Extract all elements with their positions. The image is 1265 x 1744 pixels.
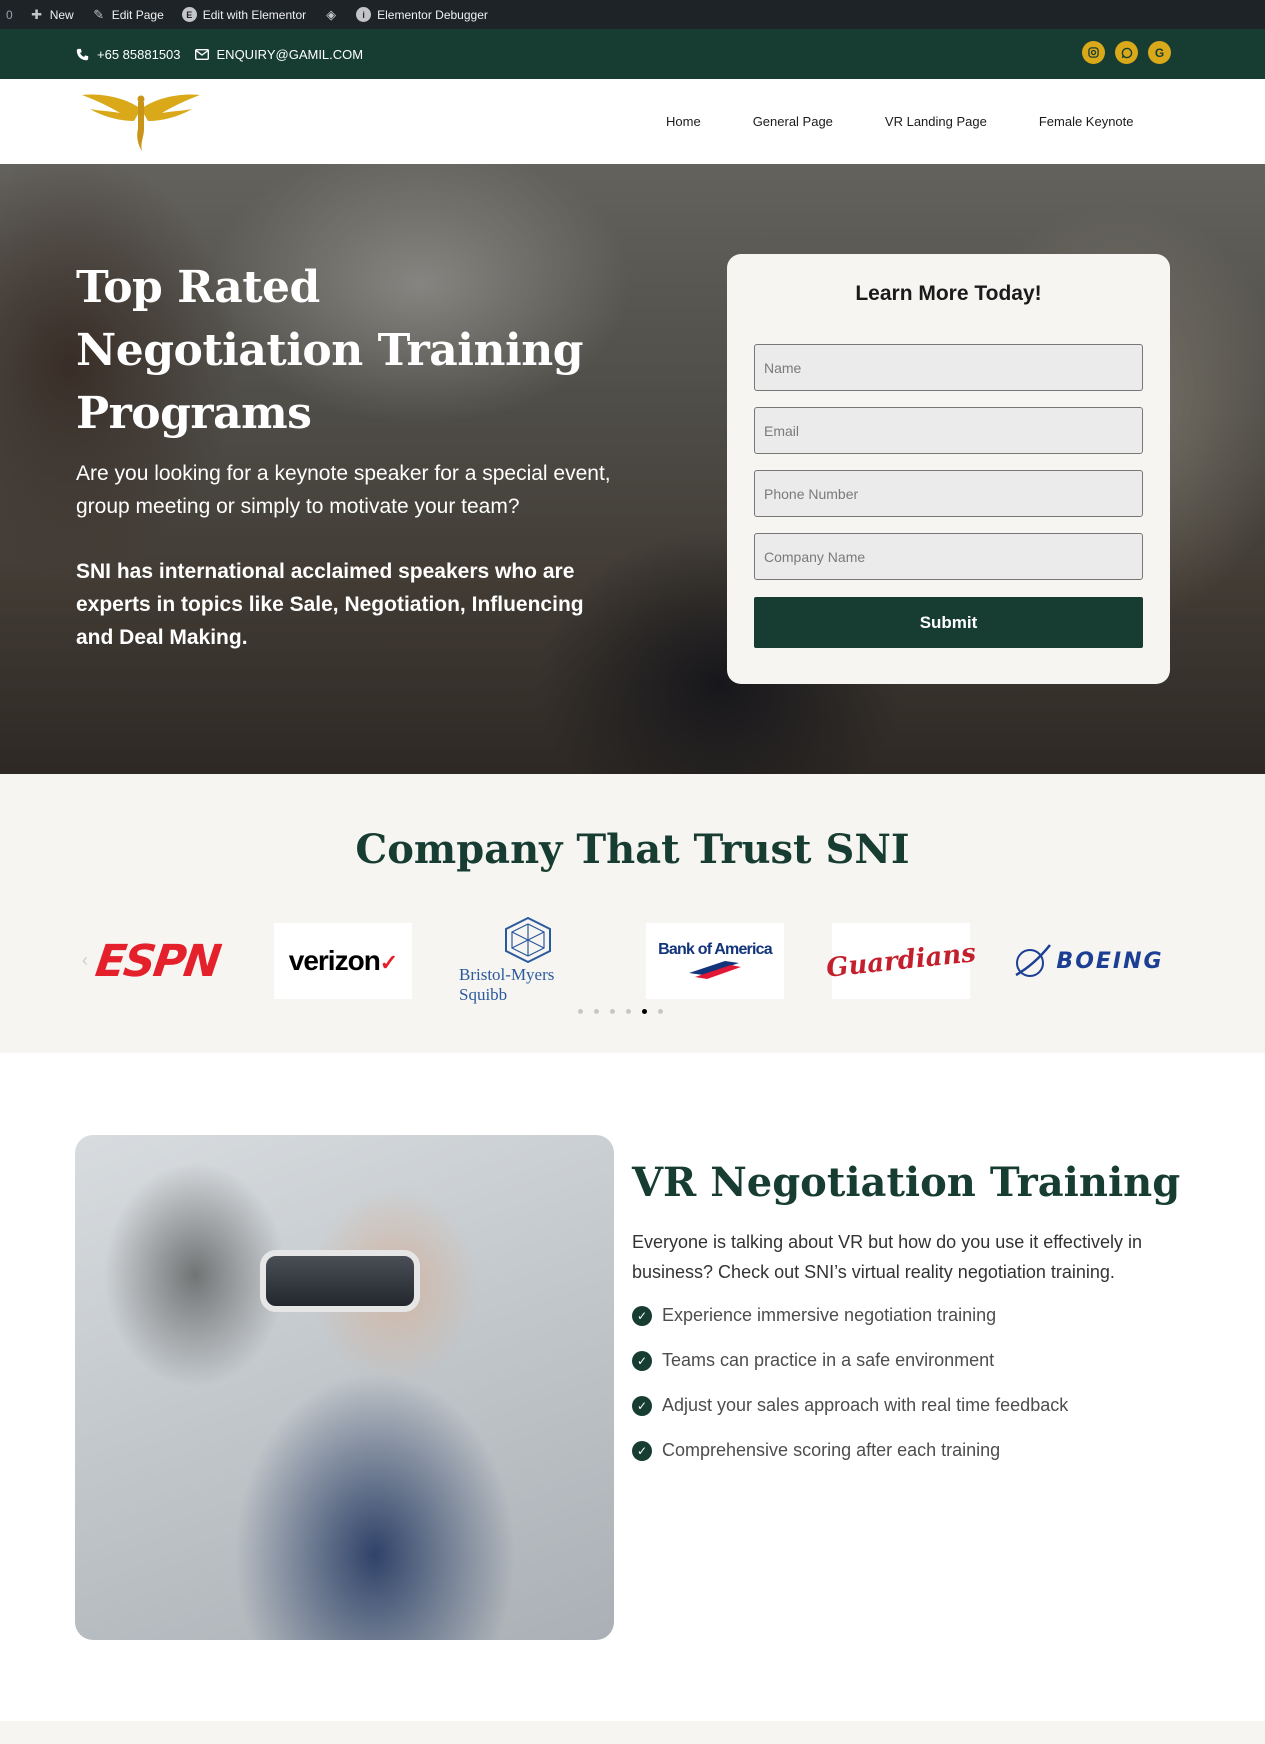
list-item: ✓ Comprehensive scoring after each train… bbox=[632, 1428, 1068, 1473]
check-circle-icon: ✓ bbox=[632, 1440, 652, 1461]
carousel-dot[interactable] bbox=[578, 1009, 583, 1014]
contact-info: +65 85881503 ENQUIRY@GAMIL.COM bbox=[76, 29, 363, 79]
hero-section: Top Rated Negotiation Training Programs … bbox=[0, 164, 1265, 774]
whatsapp-icon[interactable] bbox=[1115, 41, 1138, 64]
admin-diamond-button[interactable]: ◈ bbox=[315, 0, 347, 29]
list-item: ✓ Teams can practice in a safe environme… bbox=[632, 1338, 1068, 1383]
admin-elementor-button[interactable]: E Edit with Elementor bbox=[173, 0, 315, 29]
logo-bms-text: Bristol-Myers Squibb bbox=[459, 965, 555, 1004]
trust-title: Company That Trust SNI bbox=[355, 826, 910, 873]
trust-section: Company That Trust SNI ‹ ESPN verizon✓ B… bbox=[0, 774, 1265, 1053]
hero-text: Top Rated Negotiation Training Programs … bbox=[76, 256, 616, 654]
logo-boa-text: Bank of America bbox=[658, 941, 772, 958]
next-section-edge bbox=[0, 1721, 1265, 1744]
check-circle-icon: ✓ bbox=[632, 1395, 652, 1416]
email-address: ENQUIRY@GAMIL.COM bbox=[216, 46, 364, 62]
feature-text: Comprehensive scoring after each trainin… bbox=[662, 1440, 1001, 1460]
list-item: ✓ Adjust your sales approach with real t… bbox=[632, 1383, 1068, 1428]
phone-icon bbox=[76, 48, 89, 60]
main-nav: Home General Page VR Landing Page Female… bbox=[640, 79, 1160, 164]
nav-home[interactable]: Home bbox=[640, 114, 727, 129]
phone-link[interactable]: +65 85881503 bbox=[76, 47, 181, 62]
check-circle-icon: ✓ bbox=[632, 1305, 652, 1326]
winged-logo[interactable] bbox=[80, 89, 202, 153]
admin-edit-page-label: Edit Page bbox=[111, 7, 164, 22]
logo-verizon: verizon✓ bbox=[274, 923, 412, 999]
social-links: G bbox=[1082, 41, 1171, 64]
form-title: Learn More Today! bbox=[855, 282, 1042, 305]
info-icon: i bbox=[356, 7, 372, 22]
carousel-dot[interactable] bbox=[594, 1009, 599, 1014]
vr-feature-list: ✓ Experience immersive negotiation train… bbox=[632, 1293, 1068, 1473]
nav-female-keynote[interactable]: Female Keynote bbox=[1013, 114, 1160, 129]
logo-bms: Bristol-Myers Squibb bbox=[459, 917, 597, 1004]
name-input[interactable] bbox=[754, 344, 1143, 391]
elementor-icon: E bbox=[181, 7, 197, 22]
admin-new-label: New bbox=[49, 7, 74, 22]
top-contact-bar: +65 85881503 ENQUIRY@GAMIL.COM G bbox=[0, 29, 1265, 79]
logo-boa: Bank of America bbox=[646, 923, 784, 999]
feature-text: Adjust your sales approach with real tim… bbox=[662, 1395, 1069, 1415]
boa-flag-icon bbox=[689, 961, 741, 979]
logo-bms-mark: Bristol-Myers Squibb bbox=[459, 917, 597, 1005]
logo-guardians: Guardians bbox=[825, 923, 977, 999]
nav-vr-landing-page[interactable]: VR Landing Page bbox=[859, 114, 1013, 129]
email-input[interactable] bbox=[754, 407, 1143, 454]
site-header: Home General Page VR Landing Page Female… bbox=[0, 79, 1265, 164]
carousel-dots bbox=[578, 1009, 663, 1014]
hero-paragraph-2: SNI has international acclaimed speakers… bbox=[76, 560, 584, 649]
admin-new-button[interactable]: ✚ New bbox=[21, 0, 83, 29]
vr-title: VR Negotiation Training bbox=[632, 1159, 1181, 1206]
hero-title: Top Rated Negotiation Training Programs bbox=[76, 262, 583, 439]
carousel-dot[interactable] bbox=[610, 1009, 615, 1014]
admin-elementor-label: Edit with Elementor bbox=[202, 7, 307, 22]
boeing-globe-icon bbox=[1015, 944, 1052, 977]
plus-icon: ✚ bbox=[31, 6, 43, 22]
vr-description: Everyone is talking about VR but how do … bbox=[632, 1232, 1142, 1282]
check-circle-icon: ✓ bbox=[632, 1350, 652, 1371]
google-icon[interactable]: G bbox=[1148, 41, 1171, 64]
admin-bar-count[interactable]: 0 bbox=[0, 0, 21, 29]
hero-paragraph-1: Are you looking for a keynote speaker fo… bbox=[76, 462, 611, 518]
phone-number: +65 85881503 bbox=[97, 46, 181, 62]
pencil-icon: ✎ bbox=[93, 6, 105, 22]
logo-boeing-mark: BOEING bbox=[1012, 941, 1163, 981]
submit-button[interactable]: Submit bbox=[754, 597, 1143, 648]
admin-debugger-button[interactable]: i Elementor Debugger bbox=[347, 0, 497, 29]
feature-text: Experience immersive negotiation trainin… bbox=[662, 1305, 997, 1325]
logo-guardians-text: Guardians bbox=[824, 938, 978, 984]
list-item: ✓ Experience immersive negotiation train… bbox=[632, 1293, 1068, 1338]
vr-photo bbox=[75, 1135, 614, 1640]
admin-edit-page-button[interactable]: ✎ Edit Page bbox=[83, 0, 173, 29]
diamond-icon: ◈ bbox=[326, 6, 337, 22]
logo-boeing-text: BOEING bbox=[1056, 948, 1164, 974]
envelope-icon bbox=[194, 48, 209, 60]
instagram-icon[interactable] bbox=[1082, 41, 1105, 64]
logo-verizon-text: verizon✓ bbox=[288, 945, 398, 976]
admin-bar: 0 ✚ New ✎ Edit Page E Edit with Elemento… bbox=[0, 0, 1265, 29]
carousel-dot[interactable] bbox=[626, 1009, 631, 1014]
logo-espn: ESPN bbox=[88, 923, 226, 999]
carousel-dot[interactable] bbox=[658, 1009, 663, 1014]
admin-debugger-label: Elementor Debugger bbox=[377, 7, 488, 22]
email-link[interactable]: ENQUIRY@GAMIL.COM bbox=[194, 46, 364, 62]
logo-boa-mark: Bank of America bbox=[658, 941, 773, 981]
logo-boeing: BOEING bbox=[993, 923, 1183, 999]
company-input[interactable] bbox=[754, 533, 1143, 580]
vr-section: VR Negotiation Training Everyone is talk… bbox=[0, 1053, 1265, 1721]
vr-headset-shape bbox=[260, 1250, 420, 1312]
bms-star-icon bbox=[505, 917, 551, 963]
logo-espn-text: ESPN bbox=[91, 935, 222, 987]
nav-general-page[interactable]: General Page bbox=[727, 114, 859, 129]
logo-verizon-word: verizon bbox=[288, 945, 381, 976]
phone-input[interactable] bbox=[754, 470, 1143, 517]
lead-form: Learn More Today! Submit bbox=[727, 254, 1170, 684]
feature-text: Teams can practice in a safe environment bbox=[662, 1350, 995, 1370]
carousel-dot-active[interactable] bbox=[642, 1009, 647, 1014]
